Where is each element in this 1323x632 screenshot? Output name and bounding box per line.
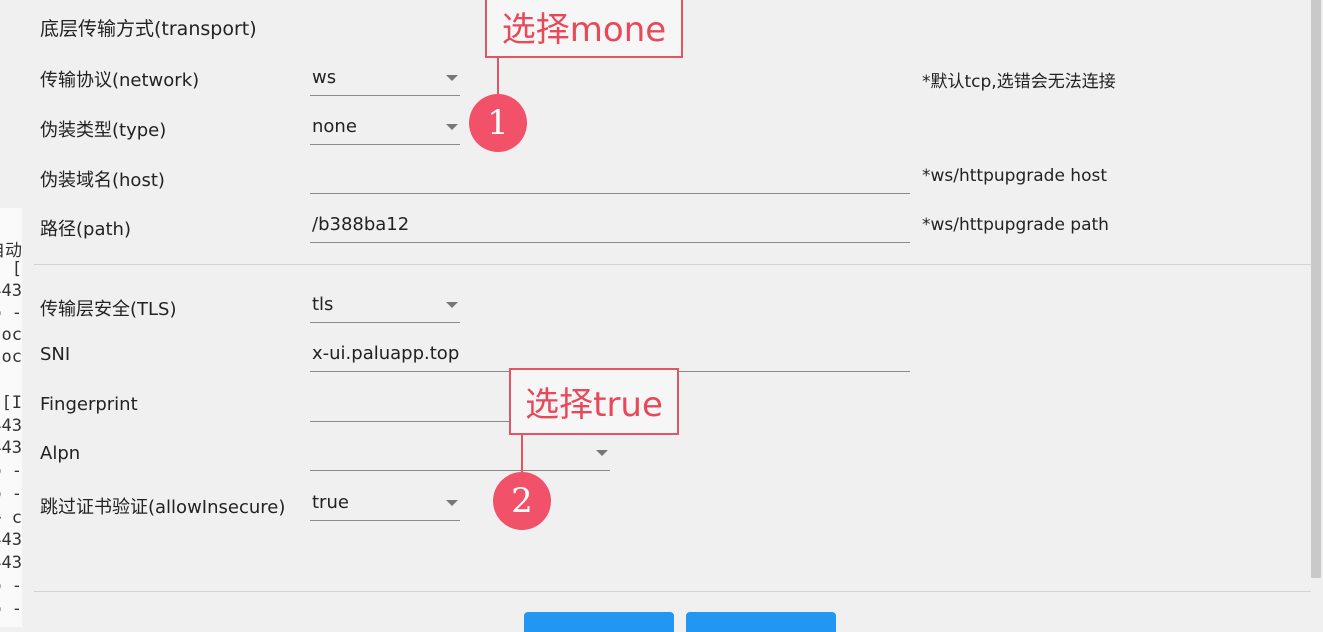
annotation-callout-1: 选择mone	[485, 0, 683, 58]
confirm-button[interactable]	[524, 612, 674, 632]
type-select[interactable]: none	[310, 113, 460, 145]
path-input[interactable]: /b388ba12	[310, 211, 910, 243]
path-label: 路径(path)	[40, 219, 131, 240]
sni-input-value: x-ui.paluapp.top	[312, 343, 460, 364]
terminal-line: 自动	[0, 241, 22, 261]
terminal-line: 443	[0, 281, 22, 301]
terminal-line: p -	[0, 484, 22, 504]
type-label: 伪装类型(type)	[40, 120, 167, 141]
terminal-line: 443	[0, 553, 22, 573]
chevron-down-icon	[596, 450, 608, 456]
network-hint: *默认tcp,选错会无法连接	[922, 72, 1116, 92]
transport-settings-dialog: 底层传输方式(transport) 传输协议(network) ws *默认tc…	[22, 0, 1323, 632]
network-label: 传输协议(network)	[40, 70, 200, 91]
alpn-select[interactable]	[310, 439, 610, 471]
terminal-line: loc	[0, 325, 22, 345]
alpn-label: Alpn	[40, 443, 81, 464]
terminal-line: - [	[0, 259, 22, 279]
fingerprint-label: Fingerprint	[40, 394, 138, 415]
annotation-connector-2	[521, 435, 523, 473]
chevron-down-icon	[446, 124, 458, 130]
terminal-line: p -	[0, 303, 22, 323]
chevron-down-icon	[446, 75, 458, 81]
section-title-transport: 底层传输方式(transport)	[40, 18, 257, 40]
host-input[interactable]	[310, 162, 910, 194]
allow-insecure-select[interactable]: true	[310, 489, 460, 521]
host-label: 伪装域名(host)	[40, 170, 165, 191]
type-select-value: none	[312, 116, 357, 137]
chevron-down-icon	[446, 302, 458, 308]
annotation-badge-1: 1	[469, 94, 527, 152]
network-select[interactable]: ws	[310, 64, 460, 96]
tls-label: 传输层安全(TLS)	[40, 299, 177, 320]
cancel-button[interactable]	[686, 612, 836, 632]
path-hint: *ws/httpupgrade path	[922, 215, 1109, 235]
path-input-value: /b388ba12	[312, 214, 410, 235]
annotation-callout-2: 选择true	[509, 368, 679, 435]
terminal-line: p -	[0, 461, 22, 481]
tls-select-value: tls	[312, 294, 334, 315]
section-divider	[34, 264, 1311, 265]
terminal-line: > c	[0, 508, 22, 528]
terminal-line: p -	[0, 576, 22, 596]
tls-select[interactable]: tls	[310, 291, 460, 323]
host-hint: *ws/httpupgrade host	[922, 166, 1107, 186]
terminal-line: 443	[0, 438, 22, 458]
terminal-line: p -	[0, 599, 22, 619]
allow-insecure-select-value: true	[312, 492, 349, 513]
terminal-line: 443	[0, 530, 22, 550]
terminal-line: 443	[0, 416, 22, 436]
sni-label: SNI	[40, 344, 71, 365]
background-terminal-window: 自动 - [ 443 p - loc loc 3 [I 443 443 p - …	[0, 208, 22, 627]
scrollbar[interactable]	[1311, 0, 1321, 578]
chevron-down-icon	[446, 500, 458, 506]
allow-insecure-label: 跳过证书验证(allowInsecure)	[40, 497, 286, 518]
terminal-line: loc	[0, 347, 22, 367]
network-select-value: ws	[312, 67, 337, 88]
terminal-line: 3 [I	[0, 393, 22, 413]
footer-divider	[34, 591, 1311, 592]
annotation-badge-2: 2	[493, 472, 551, 530]
